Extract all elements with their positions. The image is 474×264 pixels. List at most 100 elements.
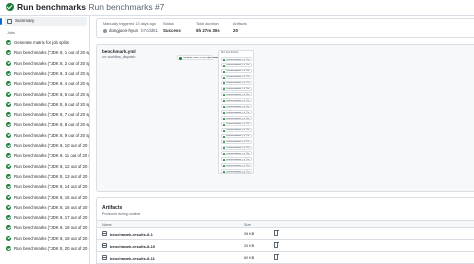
sidebar-job-item[interactable]: Run benchmarks ("JDK 8, 19 out of 20 spl… — [5, 235, 89, 243]
trigger-user[interactable]: dongjoon-hyun — [109, 28, 138, 33]
workflow-graph: benchmark.yml on: workflow_dispatch Gene… — [96, 44, 474, 192]
sidebar-job-label: Run benchmarks ("JDK 8, 18 out of 20 spl… — [14, 225, 89, 231]
graph-job-time: 15m — [245, 58, 250, 61]
graph-job-label: Run benchmarks ("JDK 8, 2... — [226, 64, 245, 67]
workflow-trigger: on: workflow_dispatch — [102, 55, 136, 59]
graph-job-label: Run benchmarks ("JDK 8, 9... — [226, 105, 245, 108]
run-header: Run benchmarks Run benchmarks #7 — [0, 0, 474, 16]
package-icon — [102, 231, 107, 236]
success-check-icon — [6, 215, 11, 221]
avatar[interactable] — [103, 28, 107, 33]
graph-job-generate-matrix[interactable]: Generate matrix for job splits 3s — [177, 55, 213, 60]
trash-icon[interactable] — [273, 230, 279, 236]
graph-job-node[interactable]: Run benchmarks ("JDK 8, 11...16m — [221, 116, 252, 120]
graph-job-node[interactable]: Run benchmarks ("JDK 8, 14...17m — [221, 133, 252, 138]
success-check-icon — [223, 165, 226, 168]
graph-matrix-group: Run benchmarks Run benchmarks ("JDK 8, 1… — [218, 50, 254, 174]
success-check-icon — [6, 194, 11, 200]
graph-job-node[interactable]: Run benchmarks ("JDK 8, 5...17m — [221, 80, 252, 85]
artifacts-title: Artifacts — [102, 205, 123, 211]
artifact-size: 60 KB — [244, 256, 255, 260]
success-check-icon — [6, 225, 11, 231]
workflow-name[interactable]: Run benchmarks — [17, 2, 86, 12]
sidebar-job-item[interactable]: Run benchmarks ("JDK 8, 10 out of 20 spl… — [5, 142, 89, 150]
sidebar-job-item[interactable]: Run benchmarks ("JDK 8, 20 out of 20 spl… — [5, 245, 89, 253]
graph-job-node[interactable]: Run benchmarks ("JDK 8, 2...14m — [221, 62, 252, 67]
graph-job-label: Run benchmarks ("JDK 8, 6... — [226, 88, 245, 91]
graph-job-node[interactable]: Run benchmarks ("JDK 8, 13...16m — [221, 127, 252, 132]
status-value: Success — [163, 28, 181, 33]
sidebar-job-item[interactable]: Run benchmarks ("JDK 8, 14 out of 20 spl… — [5, 183, 89, 191]
graph-job-node[interactable]: Run benchmarks ("JDK 8, 12...15m — [221, 121, 252, 126]
artifact-row: benchmark-results-8-11 60 KB — [97, 252, 474, 264]
graph-job-label: Run benchmarks ("JDK 8, 3... — [226, 70, 245, 73]
sidebar-job-item[interactable]: Run benchmarks ("JDK 8, 7 out of 20 spli… — [5, 111, 89, 119]
trash-icon[interactable] — [273, 242, 279, 248]
sidebar-job-label: Run benchmarks ("JDK 8, 4 out of 20 spli… — [14, 81, 89, 87]
graph-job-node[interactable]: Run benchmarks ("JDK 8, 6...16m — [221, 86, 252, 91]
sidebar-job-label: Run benchmarks ("JDK 8, 11 out of 20 spl… — [14, 153, 89, 159]
graph-job-node[interactable]: Run benchmarks ("JDK 8, 19...16m — [221, 163, 252, 168]
sidebar-job-item[interactable]: Run benchmarks ("JDK 8, 15 out of 20 spl… — [5, 194, 89, 202]
success-check-icon — [6, 143, 11, 148]
sidebar-job-item[interactable]: Run benchmarks ("JDK 8, 3 out of 20 spli… — [5, 70, 89, 78]
success-check-icon — [223, 100, 226, 103]
graph-job-node[interactable]: Run benchmarks ("JDK 8, 8...15m — [221, 98, 252, 103]
sidebar-job-item[interactable]: Run benchmarks ("JDK 8, 9 out of 20 spli… — [5, 132, 89, 140]
sidebar-job-item[interactable]: Run benchmarks ("JDK 8, 4 out of 20 spli… — [5, 80, 89, 88]
trash-icon[interactable] — [273, 254, 279, 260]
artifact-name-link[interactable]: benchmark-results-8-10 — [110, 244, 155, 249]
sidebar-job-item[interactable]: Run benchmarks ("JDK 8, 17 out of 20 spl… — [5, 214, 89, 222]
sidebar-job-label: Run benchmarks ("JDK 8, 20 out of 20 spl… — [14, 246, 89, 251]
sidebar-job-label: Run benchmarks ("JDK 8, 13 out of 20 spl… — [14, 173, 89, 179]
success-check-icon — [6, 163, 11, 169]
sidebar-job-item[interactable]: Generate matrix for job splits — [5, 39, 89, 47]
sidebar-job-item[interactable]: Run benchmarks ("JDK 8, 11 out of 20 spl… — [5, 152, 89, 160]
artifacts-table-header: Name Size — [97, 220, 474, 228]
sidebar-job-item[interactable]: Run benchmarks ("JDK 8, 13 out of 20 spl… — [5, 173, 89, 181]
graph-job-label: Run benchmarks ("JDK 8, 18... — [226, 158, 245, 161]
sidebar-item-summary[interactable]: Summary — [0, 17, 87, 26]
artifact-row: benchmark-results-8-10 20 KB — [97, 240, 474, 252]
success-check-icon — [223, 64, 226, 67]
graph-job-node[interactable]: Run benchmarks ("JDK 8, 15...15m — [221, 139, 252, 144]
artifact-size: 20 KB — [244, 244, 255, 248]
jobs-sidebar: Summary Jobs Generate matrix for job spl… — [0, 16, 90, 264]
artifact-size: 26 KB — [244, 232, 255, 236]
sidebar-job-item[interactable]: Run benchmarks ("JDK 8, 1 out of 20 spli… — [5, 49, 89, 57]
sidebar-job-item[interactable]: Run benchmarks ("JDK 8, 12 out of 20 spl… — [5, 163, 89, 171]
graph-job-node[interactable]: Run benchmarks ("JDK 8, 1...15m — [221, 57, 252, 61]
graph-job-label: Run benchmarks ("JDK 8, 14... — [226, 135, 245, 138]
graph-job-node[interactable]: Run benchmarks ("JDK 8, 17...18m — [221, 151, 252, 156]
sidebar-job-item[interactable]: Run benchmarks ("JDK 8, 2 out of 20 spli… — [5, 60, 89, 68]
artifact-name-link[interactable]: benchmark-results-8-1 — [110, 232, 153, 237]
sidebar-job-item[interactable]: Run benchmarks ("JDK 8, 8 out of 20 spli… — [5, 121, 89, 129]
graph-job-node[interactable]: Run benchmarks ("JDK 8, 16...16m — [221, 145, 252, 150]
graph-job-label: Run benchmarks ("JDK 8, 16... — [226, 147, 245, 150]
commit-sha[interactable]: b7cdd61 — [141, 28, 158, 33]
graph-job-node[interactable]: Run benchmarks ("JDK 8, 18...15m — [221, 157, 252, 162]
sidebar-job-label: Run benchmarks ("JDK 8, 12 out of 20 spl… — [14, 163, 89, 169]
graph-job-node[interactable]: Run benchmarks ("JDK 8, 7...18m — [221, 92, 252, 97]
sidebar-job-item[interactable]: Run benchmarks ("JDK 8, 5 out of 20 spli… — [5, 91, 89, 99]
artifact-name-link[interactable]: benchmark-results-8-11 — [110, 256, 155, 261]
workflow-file[interactable]: benchmark.yml — [102, 49, 136, 54]
sidebar-job-item[interactable]: Run benchmarks ("JDK 8, 16 out of 20 spl… — [5, 204, 89, 212]
graph-job-node[interactable]: Run benchmarks ("JDK 8, 3...16m — [221, 68, 252, 73]
success-check-icon — [6, 235, 11, 241]
graph-job-node[interactable]: Run benchmarks ("JDK 8, 10...17m — [221, 110, 252, 115]
artifacts-info: Artifacts 20 — [233, 22, 247, 33]
package-icon — [102, 243, 107, 248]
sidebar-job-item[interactable]: Run benchmarks ("JDK 8, 18 out of 20 spl… — [5, 224, 89, 232]
graph-job-node[interactable]: Run benchmarks ("JDK 8, 4...15m — [221, 74, 252, 79]
graph-job-node[interactable]: Run benchmarks ("JDK 8, 20...17m — [221, 169, 252, 174]
graph-job-node[interactable]: Run benchmarks ("JDK 8, 9...16m — [221, 104, 252, 109]
success-check-icon — [6, 60, 11, 66]
sidebar-job-item[interactable]: Run benchmarks ("JDK 8, 6 out of 20 spli… — [5, 101, 89, 109]
sidebar-job-label: Run benchmarks ("JDK 8, 1 out of 20 spli… — [14, 50, 89, 56]
success-check-icon — [223, 153, 226, 156]
column-size: Size — [244, 223, 251, 227]
success-check-icon — [223, 123, 226, 126]
graph-job-time: 16m — [245, 129, 250, 132]
graph-job-time: 16m — [245, 117, 250, 120]
